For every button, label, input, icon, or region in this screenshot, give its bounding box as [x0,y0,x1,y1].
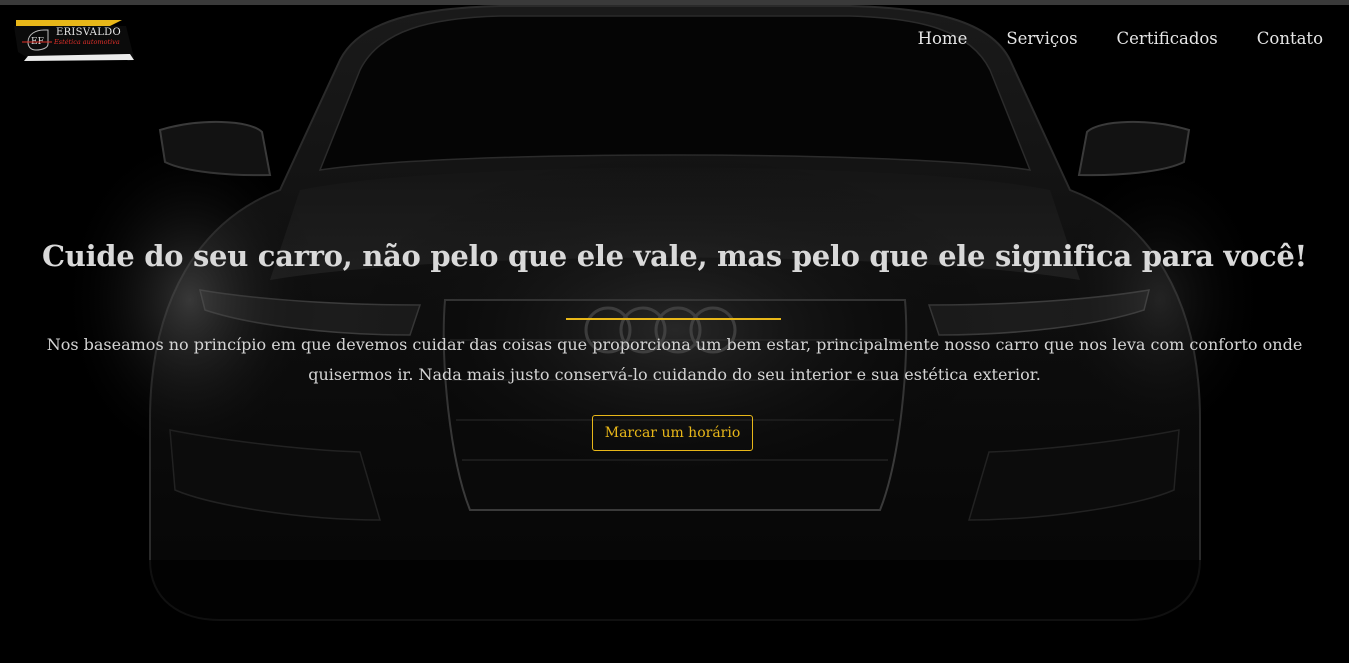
hero-divider [566,318,781,320]
hero-description: Nos baseamos no princípio em que devemos… [46,335,1303,384]
nav-certificates-link[interactable]: Certificados [1117,29,1218,48]
brand-name: ERISVALDO [56,27,121,38]
brand-tagline: Estética automotiva [54,38,120,46]
main-nav: Home Serviços Certificados Contato [918,29,1323,48]
page: EF ERISVALDO Estética automotiva Home Se… [0,0,1349,663]
browser-top-strip [0,0,1349,5]
nav-services-link[interactable]: Serviços [1006,29,1077,48]
schedule-appointment-button[interactable]: Marcar um horário [592,415,753,451]
nav-contact-link[interactable]: Contato [1257,29,1323,48]
hero-title: Cuide do seu carro, não pelo que ele val… [42,239,1307,273]
brand-logo[interactable]: EF ERISVALDO Estética automotiva [14,18,136,62]
nav-home-link[interactable]: Home [918,29,968,48]
